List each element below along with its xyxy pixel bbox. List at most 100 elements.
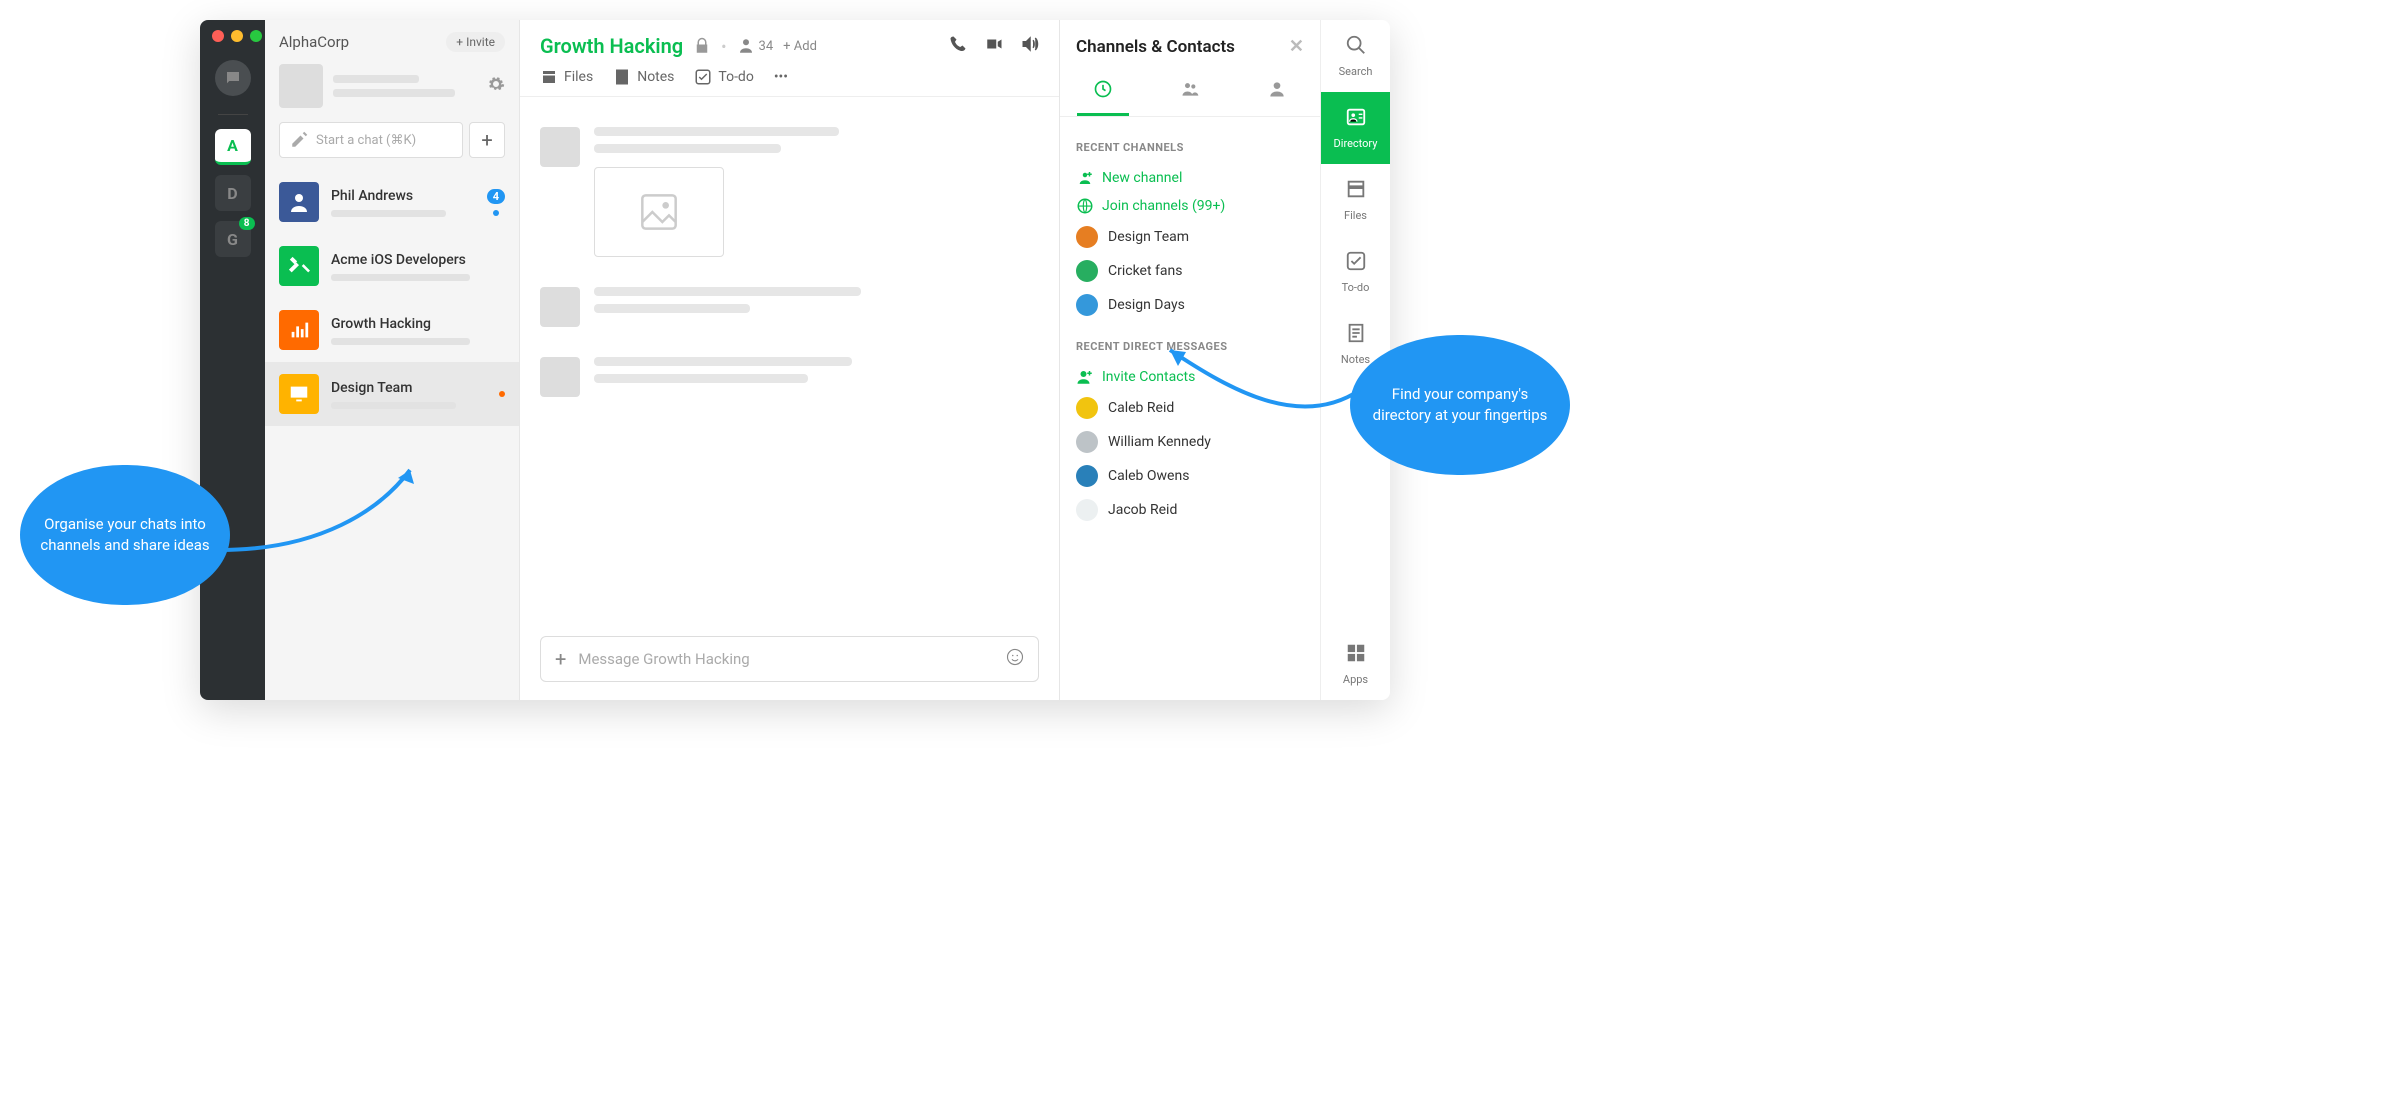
main-tabs: Files Notes To-do ••• (540, 68, 1039, 86)
member-count[interactable]: 34 (737, 37, 774, 55)
tab-label: To-do (718, 69, 753, 85)
directory-icon (1345, 106, 1367, 133)
contact-item[interactable]: Jacob Reid (1076, 493, 1304, 527)
channel-item[interactable]: Design Days (1076, 288, 1304, 322)
workspace-rail: A D G 8 (200, 20, 265, 700)
member-count-value: 34 (759, 39, 774, 54)
files-icon (540, 68, 558, 86)
chat-bubble-icon (224, 69, 242, 87)
video-button[interactable] (985, 35, 1003, 57)
start-chat-placeholder: Start a chat (⌘K) (316, 133, 416, 148)
monitor-icon (288, 383, 310, 405)
chat-list: Phil Andrews 4 Acme iOS Developers (265, 170, 519, 700)
minimize-window-button[interactable] (231, 30, 243, 42)
link-label: Invite Contacts (1102, 369, 1195, 385)
status-dot (493, 210, 499, 216)
contact-item[interactable]: William Kennedy (1076, 425, 1304, 459)
join-channels-link[interactable]: Join channels (99+) (1076, 192, 1304, 220)
tool-label: To-do (1342, 281, 1370, 294)
contact-avatar (1076, 431, 1098, 453)
chat-item-growth[interactable]: Growth Hacking (265, 298, 519, 362)
chat-info: Design Team (331, 380, 487, 409)
new-chat-button[interactable]: + (469, 122, 505, 158)
gear-icon (487, 75, 505, 93)
group-icon (1180, 79, 1200, 99)
tool-label: Search (1339, 65, 1373, 78)
maximize-window-button[interactable] (250, 30, 262, 42)
volume-button[interactable] (1021, 35, 1039, 57)
settings-button[interactable] (487, 75, 505, 97)
person-icon (737, 37, 755, 55)
tab-label: Files (564, 69, 593, 85)
avatar (279, 182, 319, 222)
chat-name: Acme iOS Developers (331, 252, 505, 268)
more-button[interactable]: ••• (774, 68, 788, 86)
link-label: Join channels (99+) (1102, 198, 1225, 214)
app-window: A D G 8 AlphaCorp + Invite Start a chat … (200, 20, 1390, 700)
tab-notes[interactable]: Notes (613, 68, 674, 86)
tool-label: Notes (1341, 353, 1370, 366)
tab-files[interactable]: Files (540, 68, 593, 86)
tool-todo[interactable]: To-do (1321, 236, 1390, 308)
tool-label: Directory (1334, 137, 1378, 150)
contact-name: William Kennedy (1108, 434, 1211, 450)
avatar (279, 374, 319, 414)
panel-tab-groups[interactable] (1164, 71, 1216, 116)
chat-name: Design Team (331, 380, 487, 396)
tool-files[interactable]: Files (1321, 164, 1390, 236)
workspace-item-a[interactable]: A (215, 129, 251, 165)
invite-contacts-link[interactable]: Invite Contacts (1076, 363, 1304, 391)
app-logo-icon[interactable] (215, 60, 251, 96)
contact-avatar (1076, 499, 1098, 521)
globe-icon (1076, 197, 1094, 215)
channel-item[interactable]: Design Team (1076, 220, 1304, 254)
call-button[interactable] (949, 35, 967, 57)
tool-apps[interactable]: Apps (1321, 628, 1390, 700)
chart-icon (288, 319, 310, 341)
tool-search[interactable]: Search (1321, 20, 1390, 92)
channel-item[interactable]: Cricket fans (1076, 254, 1304, 288)
profile-avatar[interactable] (279, 64, 323, 108)
tab-todo[interactable]: To-do (694, 68, 753, 86)
sidebar: AlphaCorp + Invite Start a chat (⌘K) + (265, 20, 520, 700)
tool-directory[interactable]: Directory (1321, 92, 1390, 164)
chat-item-phil[interactable]: Phil Andrews 4 (265, 170, 519, 234)
notes-icon (613, 68, 631, 86)
panel-tab-recent[interactable] (1077, 71, 1129, 116)
panel-title: Channels & Contacts (1076, 37, 1235, 57)
add-member-button[interactable]: + Add (783, 39, 817, 54)
org-name: AlphaCorp (279, 33, 349, 51)
channel-name: Cricket fans (1108, 263, 1182, 279)
contact-item[interactable]: Caleb Owens (1076, 459, 1304, 493)
attach-button[interactable]: + (555, 647, 566, 671)
chat-item-design[interactable]: Design Team (265, 362, 519, 426)
workspace-item-d[interactable]: D (215, 175, 251, 211)
contact-item[interactable]: Caleb Reid (1076, 391, 1304, 425)
close-window-button[interactable] (212, 30, 224, 42)
emoji-button[interactable] (1006, 648, 1024, 670)
message-area (520, 97, 1059, 636)
invite-button[interactable]: + Invite (446, 32, 505, 52)
channels-panel: Channels & Contacts ✕ RECENT CHANNELS Ne… (1060, 20, 1320, 700)
close-panel-button[interactable]: ✕ (1289, 36, 1304, 57)
new-channel-link[interactable]: New channel (1076, 164, 1304, 192)
section-label: RECENT DIRECT MESSAGES (1076, 340, 1304, 353)
channel-name: Design Team (1108, 229, 1189, 245)
contact-name: Caleb Owens (1108, 468, 1189, 484)
panel-tab-person[interactable] (1251, 71, 1303, 116)
callout-text: Organise your chats into channels and sh… (40, 514, 210, 556)
lock-icon (693, 37, 711, 55)
message-composer[interactable]: + Message Growth Hacking (540, 636, 1039, 682)
chat-item-acme[interactable]: Acme iOS Developers (265, 234, 519, 298)
profile-placeholder (333, 75, 477, 97)
panel-header: Channels & Contacts ✕ (1060, 20, 1320, 67)
workspace-item-g[interactable]: G 8 (215, 221, 251, 257)
contact-name: Jacob Reid (1108, 502, 1177, 518)
channel-title[interactable]: Growth Hacking (540, 34, 683, 58)
tab-label: Notes (637, 69, 674, 85)
start-chat-input[interactable]: Start a chat (⌘K) (279, 122, 463, 158)
window-controls (212, 30, 262, 42)
channel-avatar (1076, 294, 1098, 316)
channel-name: Design Days (1108, 297, 1185, 313)
separator: • (721, 37, 726, 56)
